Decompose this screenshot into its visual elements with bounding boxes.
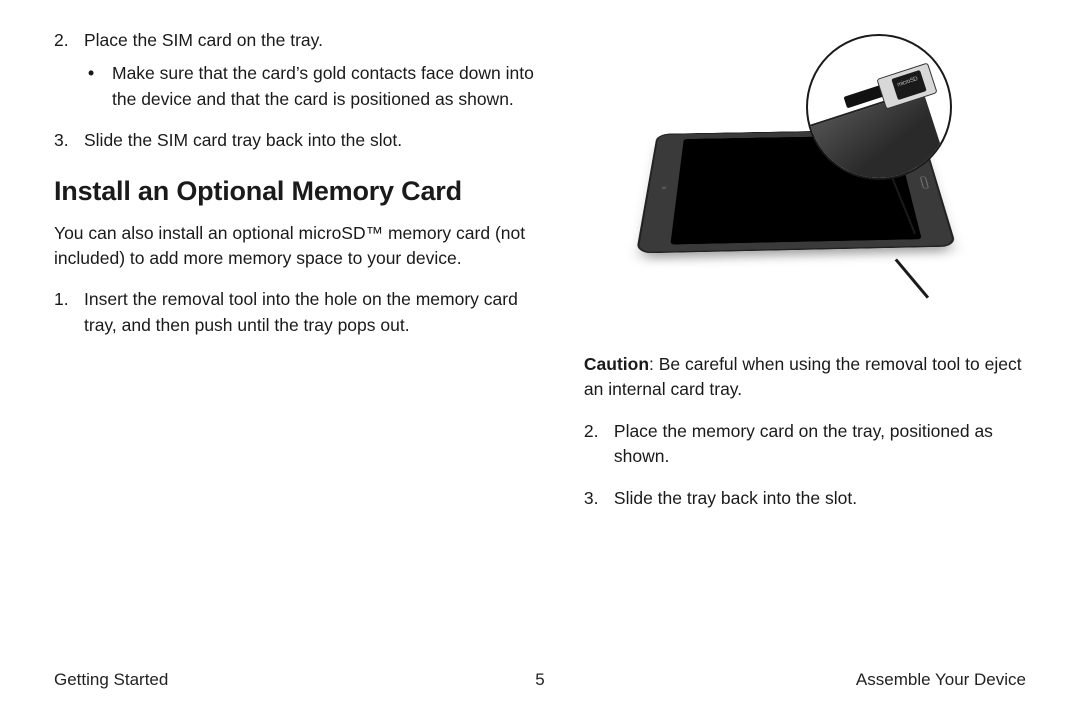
intro-paragraph: You can also install an optional microSD… xyxy=(54,221,550,272)
removal-tool-icon xyxy=(895,258,929,298)
mem-step-3: 3. Slide the tray back into the slot. xyxy=(584,486,1026,511)
left-column: 2. Place the SIM card on the tray. • Mak… xyxy=(54,28,550,527)
caution-paragraph: Caution: Be careful when using the remov… xyxy=(584,352,1026,403)
list-marker: 2. xyxy=(54,28,84,112)
sim-step-2: 2. Place the SIM card on the tray. • Mak… xyxy=(54,28,550,112)
sim-step-3: 3. Slide the SIM card tray back into the… xyxy=(54,128,550,153)
bullet-marker: • xyxy=(84,61,112,112)
footer-topic: Assemble Your Device xyxy=(856,670,1026,690)
caution-text: : Be careful when using the removal tool… xyxy=(584,354,1022,399)
bullet-text: Make sure that the card’s gold contacts … xyxy=(112,61,550,112)
memory-card-illustration: microSD xyxy=(620,28,990,324)
step-text: Place the memory card on the tray, posit… xyxy=(614,419,1026,470)
step-text: Slide the SIM card tray back into the sl… xyxy=(84,128,550,153)
right-column: microSD Caution: Be careful when using t… xyxy=(584,28,1026,527)
step-text: Place the SIM card on the tray. xyxy=(84,30,323,50)
list-marker: 2. xyxy=(584,419,614,470)
step-text: Slide the tray back into the slot. xyxy=(614,486,1026,511)
list-marker: 1. xyxy=(54,287,84,338)
mem-step-1: 1. Insert the removal tool into the hole… xyxy=(54,287,550,338)
list-marker: 3. xyxy=(584,486,614,511)
sim-step-2-bullet: • Make sure that the card’s gold contact… xyxy=(84,61,550,112)
mem-step-2: 2. Place the memory card on the tray, po… xyxy=(584,419,1026,470)
step-text: Insert the removal tool into the hole on… xyxy=(84,287,550,338)
footer-section: Getting Started xyxy=(54,670,168,690)
page-footer: Getting Started 5 Assemble Your Device xyxy=(54,670,1026,690)
section-heading: Install an Optional Memory Card xyxy=(54,176,550,207)
page-number: 5 xyxy=(535,670,544,690)
zoom-inset-icon: microSD xyxy=(806,34,952,180)
list-marker: 3. xyxy=(54,128,84,153)
caution-label: Caution xyxy=(584,354,649,374)
card-label: microSD xyxy=(897,76,919,88)
